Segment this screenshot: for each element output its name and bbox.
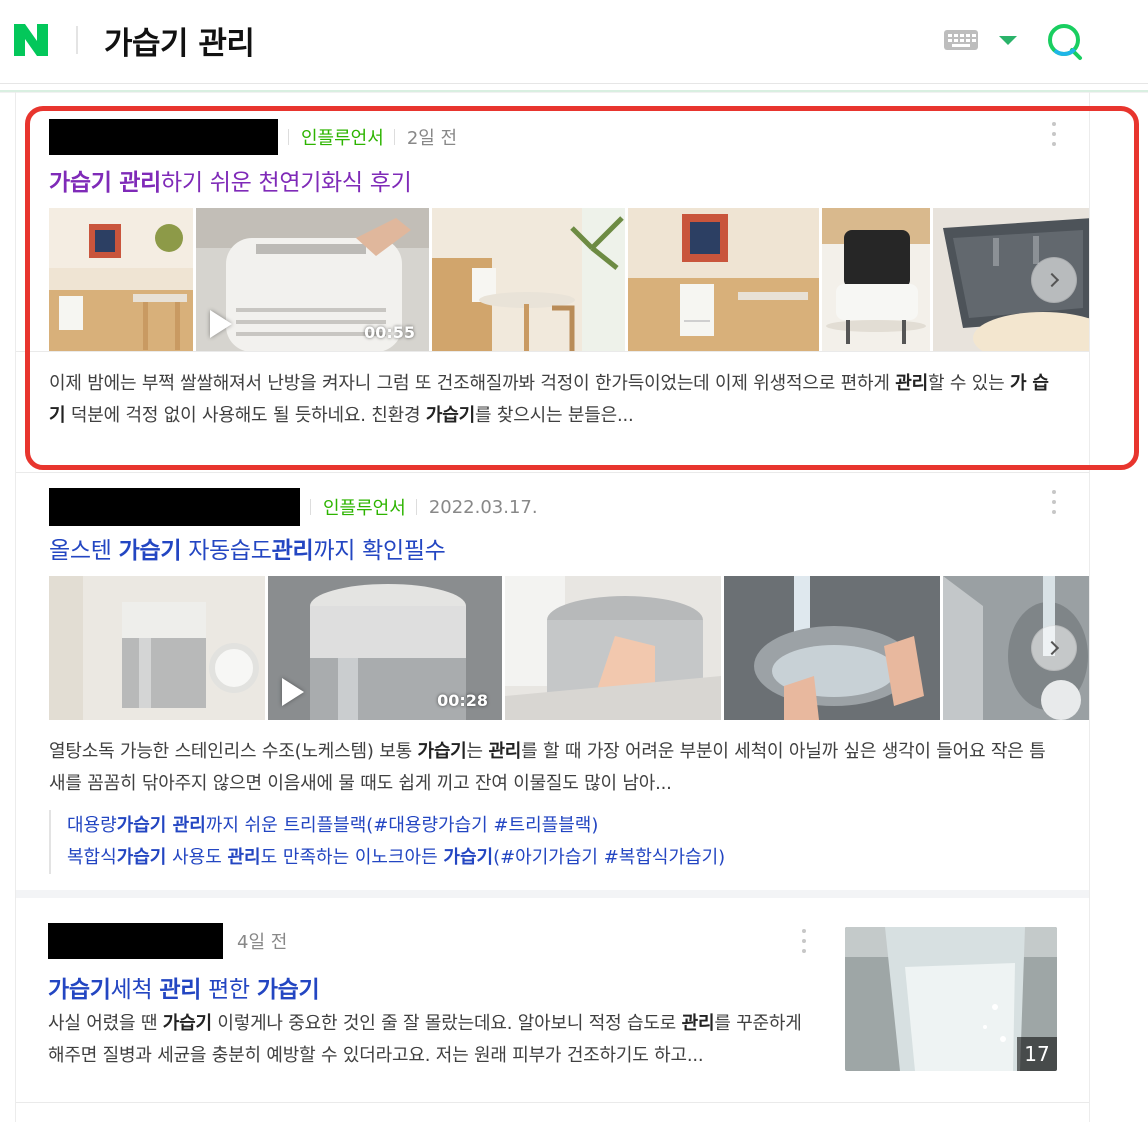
text-fragment: 대용량 (67, 815, 117, 836)
keyword-highlight: 관리 (227, 847, 261, 868)
image-strip[interactable]: 00:28 (49, 576, 1089, 720)
text-fragment: 사실 어렸을 땐 (48, 1013, 163, 1034)
text-fragment: 까지 확인필수 (313, 538, 446, 564)
text-fragment: 편한 (201, 977, 257, 1003)
result-title[interactable]: 올스텐 가습기 자동습도관리까지 확인필수 (49, 531, 446, 565)
text-fragment: 사용도 (166, 847, 228, 868)
keyword-highlight: 관리 (271, 538, 314, 564)
keyword-highlight: 관리 (159, 977, 202, 1003)
keyword-highlight: 가습기 관리 (116, 815, 206, 836)
keyword-highlight: 가습기 (256, 977, 320, 1003)
keyword-highlight: 가습기 (116, 847, 167, 868)
thumbnail[interactable]: 17 (845, 927, 1057, 1071)
search-header: 가습기 관리 (0, 0, 1148, 84)
naver-logo[interactable] (12, 22, 50, 58)
result-meta: 인플루언서 2022.03.17. (49, 488, 538, 526)
text-fragment: 는 (466, 741, 489, 762)
column-border-left (15, 92, 16, 1122)
text-fragment: 복합식 (67, 847, 117, 868)
result-meta: 4일 전 (48, 923, 287, 959)
text-fragment: 올스텐 (49, 538, 119, 564)
header-divider (76, 26, 78, 54)
related-posts: 대용량가습기 관리까지 쉬운 트리플블랙(#대용량가습기 #트리플블랙) 복합식… (49, 810, 725, 874)
post-date: 4일 전 (237, 932, 288, 953)
related-link[interactable]: 복합식가습기 사용도 관리도 만족하는 이노크아든 가습기(#아기가습기 #복합… (67, 842, 725, 874)
thumbnail[interactable] (724, 576, 940, 720)
redacted-author (49, 488, 300, 526)
video-duration: 00:28 (437, 691, 488, 710)
keyword-highlight: 가습기 (443, 847, 494, 868)
keyword-highlight: 가습기 (417, 741, 467, 762)
more-options-icon[interactable] (801, 929, 807, 955)
related-link[interactable]: 대용량가습기 관리까지 쉬운 트리플블랙(#대용량가습기 #트리플블랙) (67, 810, 725, 842)
header-bottom-line (0, 90, 1148, 93)
keyword-highlight: 가습기 (48, 977, 111, 1003)
thumbnail[interactable] (49, 576, 265, 720)
keyword-highlight: 관리 (681, 1013, 715, 1034)
redacted-author (48, 923, 223, 959)
keyword-highlight: 관리 (488, 741, 522, 762)
text-fragment: 세척 (110, 977, 160, 1003)
image-count-badge: 17 (1017, 1037, 1057, 1071)
highlight-box (25, 106, 1139, 470)
thumbnail[interactable] (505, 576, 721, 720)
video-thumbnail[interactable]: 00:28 (268, 576, 502, 720)
text-fragment: 열탕소독 가능한 스테인리스 수조(노케스템) 보통 (49, 741, 418, 762)
keyboard-icon[interactable] (944, 30, 978, 50)
text-fragment: 이렇게나 중요한 것인 줄 잘 몰랐는데요. 알아보니 적정 습도로 (211, 1013, 682, 1034)
text-fragment: 도 만족하는 이노크아든 (260, 847, 444, 868)
keyword-highlight: 가습기 (162, 1013, 212, 1034)
result-snippet: 열탕소독 가능한 스테인리스 수조(노케스템) 보통 가습기는 관리를 할 때 … (49, 736, 1059, 800)
next-arrow-icon[interactable] (1031, 625, 1077, 671)
text-fragment: 까지 쉬운 트리플블랙(#대용량가습기 #트리플블랙) (205, 815, 599, 836)
result-title[interactable]: 가습기세척 관리 편한 가습기 (48, 970, 320, 1004)
text-fragment: 자동습도 (181, 538, 272, 564)
play-icon (282, 678, 304, 706)
caret-down-icon[interactable] (999, 36, 1017, 45)
more-options-icon[interactable] (1051, 490, 1057, 516)
post-date: 2022.03.17. (428, 496, 538, 518)
text-fragment: (#아기가습기 #복합식가습기) (493, 847, 726, 868)
search-query[interactable]: 가습기 관리 (104, 18, 255, 63)
result-snippet: 사실 어렸을 땐 가습기 이렇게나 중요한 것인 줄 잘 몰랐는데요. 알아보니… (48, 1008, 812, 1072)
influencer-badge[interactable]: 인플루언서 (323, 494, 406, 520)
search-icon[interactable] (1044, 20, 1088, 64)
keyword-highlight: 가습기 (118, 538, 182, 564)
section-separator (16, 890, 1089, 898)
